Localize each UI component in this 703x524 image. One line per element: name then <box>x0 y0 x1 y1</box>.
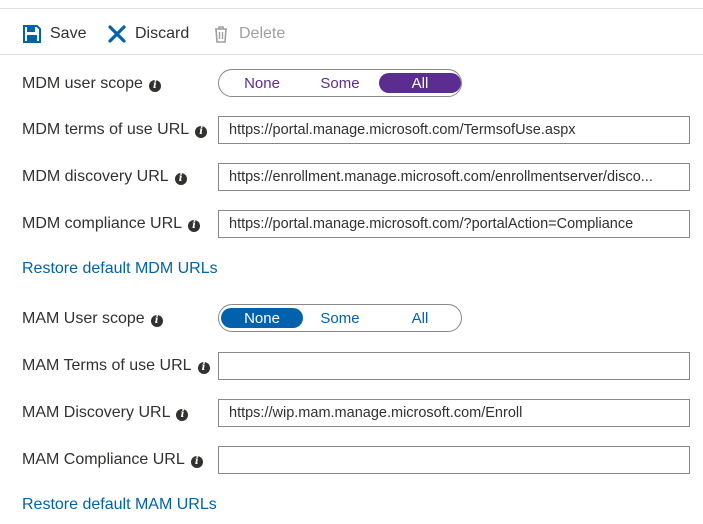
mam-terms-label: MAM Terms of use URL i <box>22 351 210 381</box>
mdm-discovery-label: MDM discovery URL i <box>22 162 187 192</box>
info-icon[interactable]: i <box>150 314 163 327</box>
info-icon[interactable]: i <box>148 79 161 92</box>
mdm-discovery-row: MDM discovery URL i https://enrollment.m… <box>0 162 703 192</box>
mam-compliance-row: MAM Compliance URL i <box>0 445 703 475</box>
trash-icon <box>211 24 231 44</box>
mam-terms-input[interactable] <box>218 352 690 380</box>
save-icon <box>22 24 42 44</box>
mam-scope-option-some[interactable]: Some <box>299 308 381 328</box>
info-icon[interactable]: i <box>188 219 201 232</box>
info-icon[interactable]: i <box>176 408 189 421</box>
command-bar: Save Discard Delete <box>0 14 703 55</box>
mdm-scope-option-none[interactable]: None <box>221 73 303 93</box>
mam-terms-row: MAM Terms of use URL i <box>0 351 703 381</box>
mdm-scope-option-some[interactable]: Some <box>299 73 381 93</box>
restore-mam-urls-link[interactable]: Restore default MAM URLs <box>22 496 217 514</box>
mdm-discovery-text: MDM discovery URL <box>22 168 169 185</box>
mam-discovery-label: MAM Discovery URL i <box>22 398 189 428</box>
discard-button[interactable]: Discard <box>107 14 189 54</box>
discard-label: Discard <box>135 25 190 42</box>
mam-compliance-input[interactable] <box>218 446 690 474</box>
mam-user-scope-row: MAM User scope i None Some All <box>0 304 703 334</box>
mam-scope-option-none[interactable]: None <box>221 308 303 328</box>
mam-user-scope-text: MAM User scope <box>22 310 145 327</box>
info-icon[interactable]: i <box>190 455 203 468</box>
mdm-terms-input[interactable]: https://portal.manage.microsoft.com/Term… <box>218 116 690 144</box>
mam-compliance-label: MAM Compliance URL i <box>22 445 203 475</box>
mdm-scope-option-all[interactable]: All <box>379 73 461 93</box>
mdm-terms-text: MDM terms of use URL <box>22 121 190 138</box>
delete-button[interactable]: Delete <box>211 14 285 54</box>
mdm-user-scope-row: MDM user scope i None Some All <box>0 69 703 99</box>
mam-compliance-text: MAM Compliance URL <box>22 451 185 468</box>
mdm-compliance-label: MDM compliance URL i <box>22 209 201 239</box>
mdm-compliance-row: MDM compliance URL i https://portal.mana… <box>0 209 703 239</box>
mdm-compliance-input[interactable]: https://portal.manage.microsoft.com/?por… <box>218 210 690 238</box>
info-icon[interactable]: i <box>197 361 210 374</box>
mam-discovery-input[interactable]: https://wip.mam.manage.microsoft.com/Enr… <box>218 399 690 427</box>
mdm-user-scope-label: MDM user scope i <box>22 69 161 99</box>
mdm-user-scope-text: MDM user scope <box>22 75 143 92</box>
mdm-terms-row: MDM terms of use URL i https://portal.ma… <box>0 115 703 145</box>
mam-user-scope-toggle: None Some All <box>218 304 462 332</box>
close-icon <box>107 24 127 44</box>
info-icon[interactable]: i <box>195 125 208 138</box>
mam-scope-option-all[interactable]: All <box>379 308 461 328</box>
mam-user-scope-label: MAM User scope i <box>22 304 163 334</box>
mdm-compliance-text: MDM compliance URL <box>22 215 183 232</box>
mam-terms-text: MAM Terms of use URL <box>22 357 192 374</box>
top-divider <box>0 8 703 9</box>
info-icon[interactable]: i <box>174 172 187 185</box>
mdm-user-scope-toggle: None Some All <box>218 69 462 97</box>
save-label: Save <box>50 25 87 42</box>
mam-discovery-row: MAM Discovery URL i https://wip.mam.mana… <box>0 398 703 428</box>
restore-mdm-urls-link[interactable]: Restore default MDM URLs <box>22 260 218 278</box>
mdm-terms-label: MDM terms of use URL i <box>22 115 208 145</box>
mam-discovery-text: MAM Discovery URL <box>22 404 171 421</box>
delete-label: Delete <box>239 25 286 42</box>
mdm-discovery-input[interactable]: https://enrollment.manage.microsoft.com/… <box>218 163 690 191</box>
save-button[interactable]: Save <box>22 14 86 54</box>
